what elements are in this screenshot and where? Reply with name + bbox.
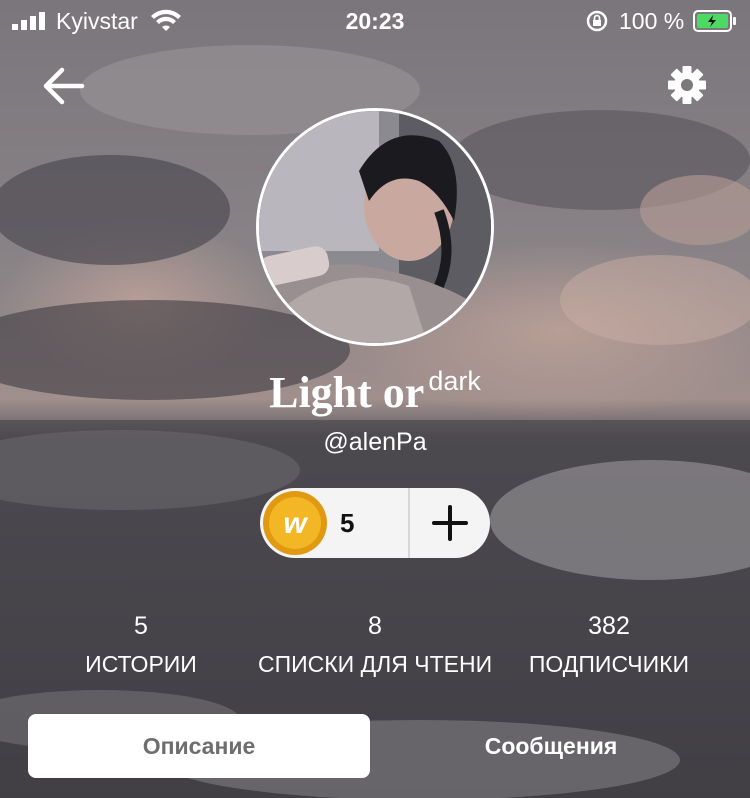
- battery-percent: 100 %: [619, 8, 685, 34]
- coins-widget: w 5: [260, 488, 490, 558]
- stat-stories[interactable]: 5 ИСТОРИИ: [80, 612, 202, 678]
- avatar-image: [259, 111, 491, 343]
- tab-description[interactable]: Описание: [28, 714, 370, 778]
- settings-button[interactable]: [664, 62, 710, 108]
- back-arrow-icon: [43, 67, 85, 105]
- stat-stories-value: 5: [134, 612, 148, 640]
- coin-letter: w: [283, 507, 308, 540]
- back-button[interactable]: [40, 62, 88, 110]
- stat-followers[interactable]: 382 ПОДПИСЧИКИ: [522, 612, 696, 678]
- display-name: Light or dark: [0, 366, 750, 418]
- plus-icon: [432, 505, 468, 541]
- coin-count: 5: [340, 508, 355, 538]
- rotation-lock-icon: [586, 10, 608, 32]
- battery-icon: [693, 10, 736, 32]
- stat-followers-value: 382: [588, 612, 630, 640]
- gear-icon: [668, 66, 706, 104]
- stat-stories-label: ИСТОРИИ: [85, 651, 197, 677]
- avatar[interactable]: [256, 108, 494, 346]
- stat-reading-lists-value: 8: [368, 612, 382, 640]
- coin-icon: w: [263, 491, 327, 555]
- status-bar: Kyivstar 20:23 100 %: [0, 0, 750, 40]
- stat-reading-lists[interactable]: 8 СПИСКИ ДЛЯ ЧТЕНИЯ: [258, 612, 492, 678]
- stat-followers-label: ПОДПИСЧИКИ: [528, 651, 690, 677]
- display-name-main: Light or: [269, 368, 425, 417]
- add-coins-button[interactable]: [410, 488, 490, 558]
- username: @alenPa: [323, 428, 427, 456]
- stat-reading-lists-label: СПИСКИ ДЛЯ ЧТЕНИЯ: [258, 651, 492, 677]
- tab-messages[interactable]: Сообщения: [380, 714, 722, 778]
- display-name-suffix: dark: [428, 366, 481, 396]
